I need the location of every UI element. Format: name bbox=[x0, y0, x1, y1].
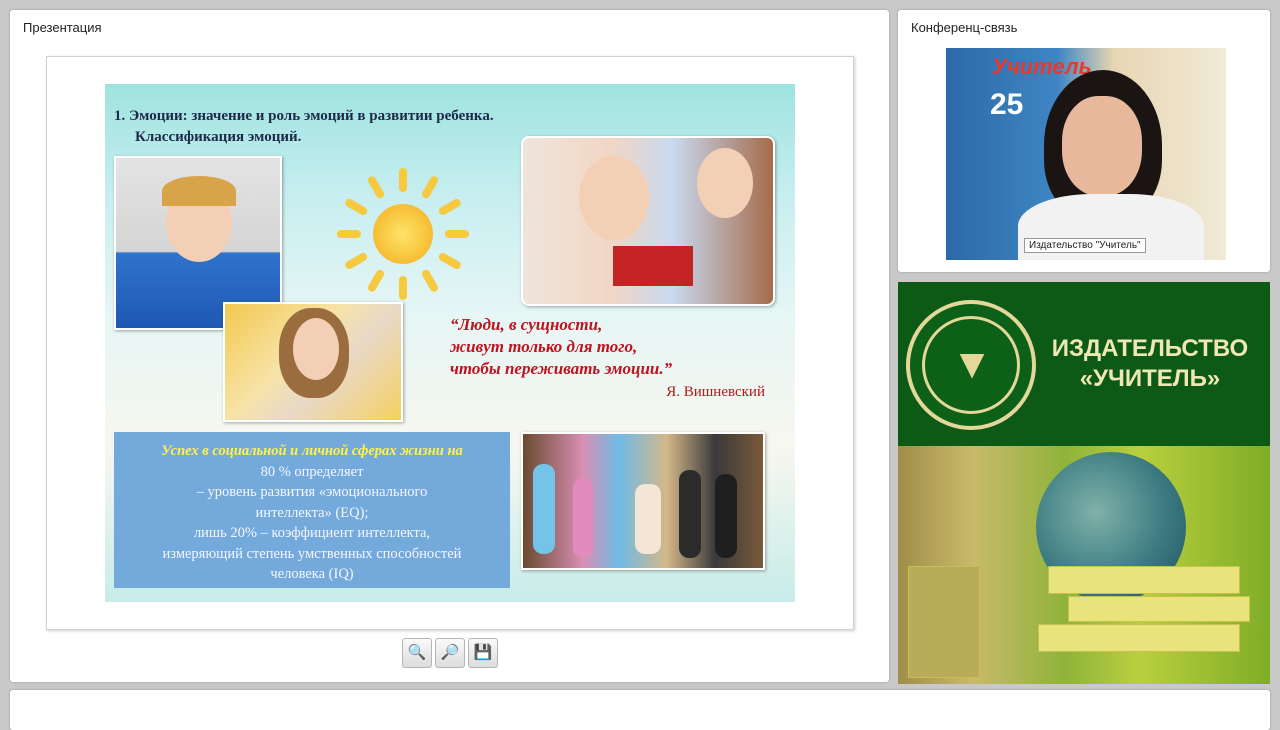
info-line3: интеллекта» (EQ); bbox=[255, 504, 369, 521]
publisher-logo: ▼ bbox=[906, 300, 1036, 430]
poster-number: 25 bbox=[990, 88, 1024, 121]
books-background-image bbox=[898, 446, 1270, 684]
presentation-title: Презентация bbox=[23, 20, 102, 35]
info-line4: лишь 20% – коэффициент интеллекта, bbox=[193, 525, 431, 541]
quote: “Люди, в сущности, живут только для того… bbox=[450, 314, 770, 380]
photo-children-party bbox=[521, 432, 765, 570]
conference-title: Конференц-связь bbox=[911, 20, 1018, 35]
video-feed[interactable]: Учитель 25 Издательство "Учитель" bbox=[946, 48, 1226, 260]
book-icon: ▼ bbox=[951, 340, 993, 387]
poster-title: Учитель bbox=[992, 54, 1092, 79]
conference-panel: Конференц-связь Учитель 25 Издательство … bbox=[898, 10, 1270, 272]
info-line1: 80 % определяет bbox=[260, 463, 364, 480]
sun-illustration bbox=[333, 164, 473, 304]
publisher-line1: ИЗДАТЕЛЬСТВО bbox=[1051, 335, 1249, 362]
info-line5: измеряющий степень умственных способност… bbox=[162, 545, 462, 562]
info-line2: – уровень развития «эмоционального bbox=[196, 484, 428, 500]
quote-line3: чтобы переживать эмоции.” bbox=[450, 359, 673, 378]
zoom-out-icon: 🔎 bbox=[440, 644, 460, 661]
info-line6: человека (IQ) bbox=[270, 566, 354, 582]
info-text-box: Успех в социальной и личной сферах жизни… bbox=[114, 432, 510, 588]
bottom-panel bbox=[10, 690, 1270, 730]
slide-heading-line1: 1. Эмоции: значение и роль эмоций в разв… bbox=[114, 108, 494, 124]
save-icon: 💾 bbox=[473, 644, 493, 661]
presentation-panel: Презентация 1. Эмоции: значение и роль э… bbox=[10, 10, 889, 682]
info-highlight: Успех в социальной и личной сферах жизни… bbox=[161, 443, 463, 459]
photo-mother-child bbox=[521, 136, 775, 306]
publisher-title: ИЗДАТЕЛЬСТВО «УЧИТЕЛЬ» bbox=[1038, 334, 1262, 394]
publisher-banner: ▼ ИЗДАТЕЛЬСТВО «УЧИТЕЛЬ» bbox=[898, 282, 1270, 446]
zoom-in-button[interactable]: 🔍 bbox=[402, 638, 432, 668]
quote-line2: живут только для того, bbox=[450, 337, 638, 356]
slide: 1. Эмоции: значение и роль эмоций в разв… bbox=[105, 84, 795, 602]
quote-author: Я. Вишневский bbox=[666, 384, 765, 400]
slide-frame: 1. Эмоции: значение и роль эмоций в разв… bbox=[46, 56, 854, 630]
zoom-out-button[interactable]: 🔎 bbox=[435, 638, 465, 668]
zoom-in-icon: 🔍 bbox=[407, 644, 427, 661]
speaker-face bbox=[1062, 96, 1142, 196]
video-label: Издательство "Учитель" bbox=[1024, 238, 1146, 253]
publisher-line2: «УЧИТЕЛЬ» bbox=[1079, 365, 1221, 392]
quote-line1: “Люди, в сущности, bbox=[450, 315, 603, 334]
save-button[interactable]: 💾 bbox=[468, 638, 498, 668]
photo-girl bbox=[223, 302, 403, 422]
